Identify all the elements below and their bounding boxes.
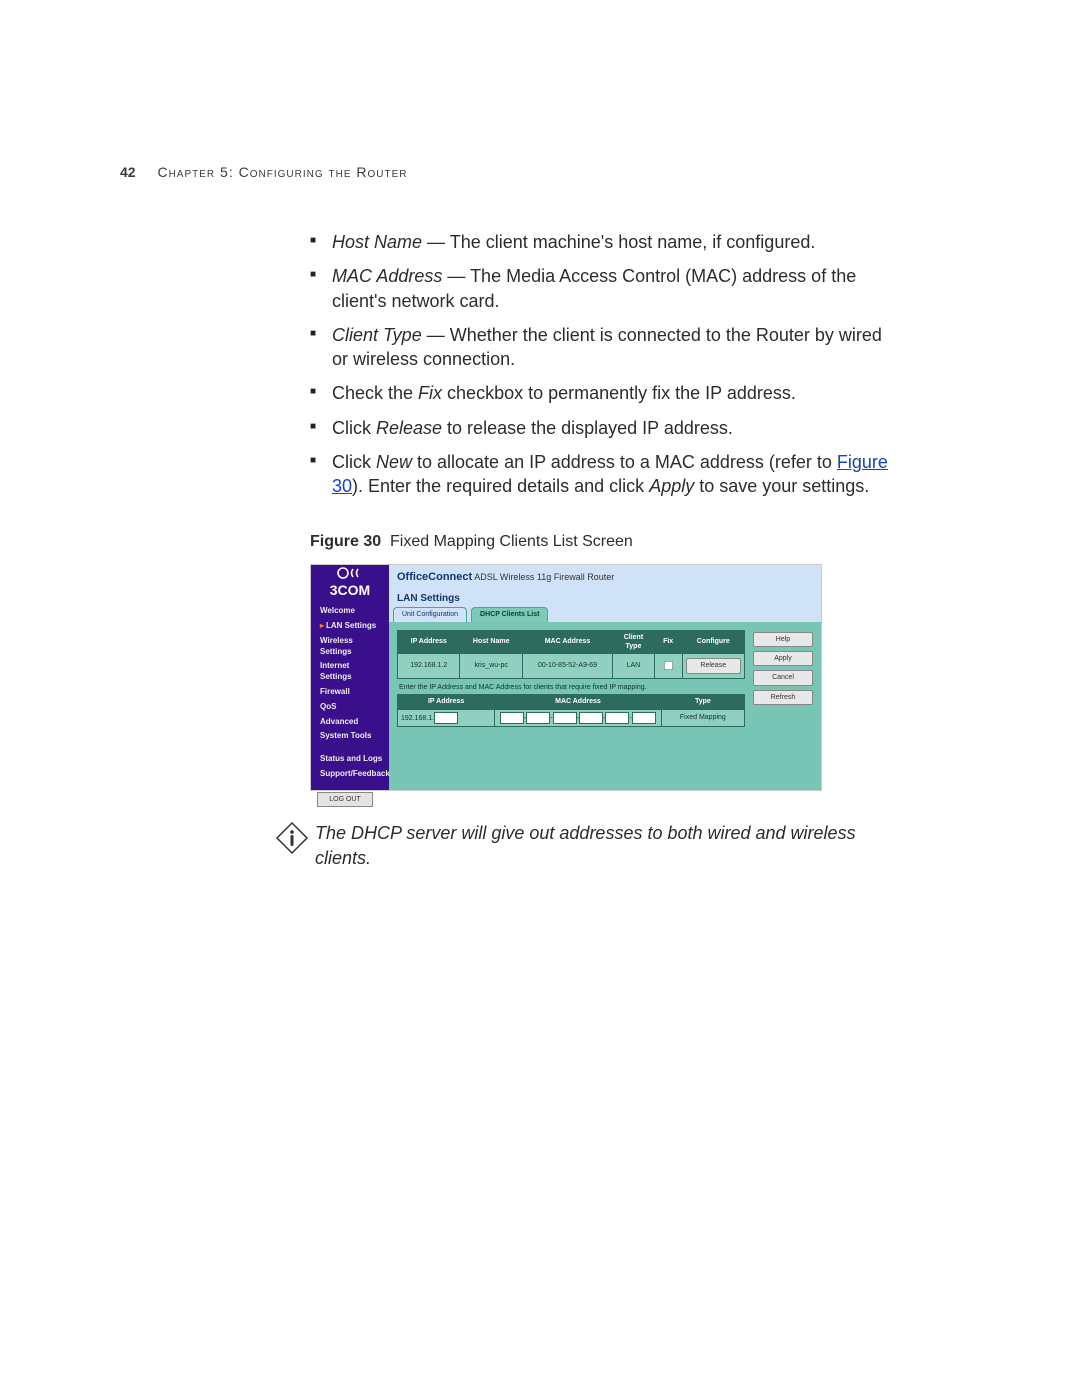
cell-configure: Release: [682, 654, 745, 678]
table-row: 192.168.1.2 kris_wu-pc 00-10-85-52-A9-69…: [398, 654, 745, 678]
fixed-mapping-table: IP Address MAC Address Type 192.168.1. -…: [397, 694, 745, 726]
table-row: 192.168.1. ----- Fixed Mapping: [398, 709, 745, 726]
nav-status-logs[interactable]: Status and Logs: [317, 752, 383, 767]
chapter-title: Chapter 5: Configuring the Router: [157, 164, 407, 180]
mac-input[interactable]: [632, 712, 656, 724]
cell-mac: 00-10-85-52-A9-69: [522, 654, 612, 678]
ip-octet-input[interactable]: [434, 712, 458, 724]
th-fix: Fix: [654, 630, 682, 654]
panel: IP Address Host Name MAC Address Client …: [389, 622, 821, 791]
term: MAC Address: [332, 266, 442, 286]
list-item: Client Type — Whether the client is conn…: [310, 323, 890, 372]
th-ip: IP Address: [398, 630, 460, 654]
list-item: MAC Address — The Media Access Control (…: [310, 264, 890, 313]
info-note: The DHCP server will give out addresses …: [275, 821, 899, 870]
logout-button[interactable]: LOG OUT: [317, 792, 373, 807]
figure-caption: Figure 30 Fixed Mapping Clients List Scr…: [310, 531, 890, 553]
nav-internet[interactable]: Internet Settings: [317, 659, 383, 685]
info-text: The DHCP server will give out addresses …: [315, 821, 899, 870]
nav-welcome[interactable]: Welcome: [317, 604, 383, 619]
section-title: LAN Settings: [389, 590, 821, 606]
list-item: Host Name — The client machine's host na…: [310, 230, 890, 254]
tab-unit-config[interactable]: Unit Configuration: [393, 607, 467, 621]
nav-menu: Welcome LAN Settings Wireless Settings I…: [311, 600, 389, 786]
apply-button[interactable]: Apply: [753, 651, 813, 666]
main-panel: OfficeConnect ADSL Wireless 11g Firewall…: [389, 565, 821, 790]
help-button[interactable]: Help: [753, 632, 813, 647]
sidebar: 3COM Welcome LAN Settings Wireless Setti…: [311, 565, 389, 790]
instruction-text: Enter the IP Address and MAC Address for…: [397, 679, 745, 694]
nav-lan-settings[interactable]: LAN Settings: [317, 619, 383, 634]
mac-input[interactable]: [500, 712, 524, 724]
page-number: 42: [120, 164, 136, 180]
definition-list: Host Name — The client machine's host na…: [310, 230, 890, 499]
th-host: Host Name: [460, 630, 522, 654]
body-content: Host Name — The client machine's host na…: [310, 230, 890, 791]
nav-advanced[interactable]: Advanced: [317, 715, 383, 730]
release-button[interactable]: Release: [686, 658, 742, 673]
cell-mac-input: -----: [495, 709, 662, 726]
mac-input[interactable]: [553, 712, 577, 724]
nav-support[interactable]: Support/Feedback: [317, 767, 383, 782]
embedded-screenshot: 3COM Welcome LAN Settings Wireless Setti…: [310, 564, 822, 791]
clients-table: IP Address Host Name MAC Address Client …: [397, 630, 745, 679]
cell-type: Fixed Mapping: [661, 709, 744, 726]
brand-logo: 3COM: [311, 565, 389, 600]
mac-input[interactable]: [526, 712, 550, 724]
list-item: Check the Fix checkbox to permanently fi…: [310, 381, 890, 405]
list-item: Click Release to release the displayed I…: [310, 416, 890, 440]
tab-bar: Unit Configuration DHCP Clients List: [389, 606, 821, 622]
cell-fix: [654, 654, 682, 678]
list-item: Click New to allocate an IP address to a…: [310, 450, 890, 499]
th-mac: MAC Address: [522, 630, 612, 654]
cell-ctype: LAN: [613, 654, 655, 678]
mac-input[interactable]: [579, 712, 603, 724]
action-buttons: Help Apply Cancel Refresh: [753, 630, 813, 783]
cancel-button[interactable]: Cancel: [753, 670, 813, 685]
cell-ip: 192.168.1.2: [398, 654, 460, 678]
term: Client Type: [332, 325, 422, 345]
nav-firewall[interactable]: Firewall: [317, 685, 383, 700]
th-mac2: MAC Address: [495, 695, 662, 709]
tab-dhcp-clients[interactable]: DHCP Clients List: [471, 607, 548, 621]
cell-ip-input: 192.168.1.: [398, 709, 495, 726]
mac-input[interactable]: [605, 712, 629, 724]
th-configure: Configure: [682, 630, 745, 654]
term: Host Name: [332, 232, 422, 252]
th-ip2: IP Address: [398, 695, 495, 709]
product-banner: OfficeConnect ADSL Wireless 11g Firewall…: [389, 565, 821, 590]
nav-wireless[interactable]: Wireless Settings: [317, 634, 383, 660]
fix-checkbox[interactable]: [664, 661, 673, 670]
th-type2: Type: [661, 695, 744, 709]
refresh-button[interactable]: Refresh: [753, 690, 813, 705]
nav-qos[interactable]: QoS: [317, 700, 383, 715]
th-ctype: Client Type: [613, 630, 655, 654]
info-icon: [275, 821, 309, 855]
running-header: 42 Chapter 5: Configuring the Router: [120, 164, 407, 180]
nav-system-tools[interactable]: System Tools: [317, 729, 383, 744]
cell-host: kris_wu-pc: [460, 654, 522, 678]
